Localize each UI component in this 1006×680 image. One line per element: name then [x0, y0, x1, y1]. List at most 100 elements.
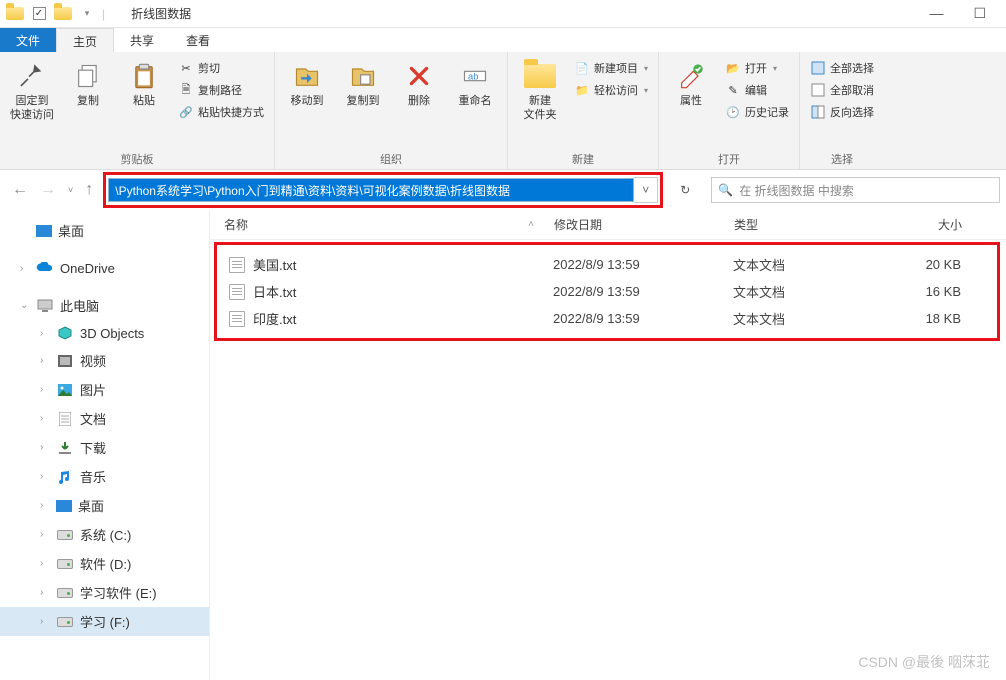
group-clipboard: 固定到 快速访问 复制 粘贴 ✂剪切 🗎复制路径 🔗粘贴快捷方式 剪贴板	[0, 52, 275, 169]
cut-button[interactable]: ✂剪切	[174, 58, 268, 78]
text-file-icon	[229, 257, 245, 273]
sidebar-item-drive-f[interactable]: ›学习 (F:)	[0, 607, 209, 636]
edit-icon: ✎	[725, 82, 741, 98]
sidebar-item-drive-c[interactable]: ›系统 (C:)	[0, 520, 209, 549]
back-button[interactable]: ←	[12, 181, 28, 199]
sidebar-item-pictures[interactable]: ›图片	[0, 375, 209, 404]
maximize-button[interactable]: ☐	[973, 5, 986, 22]
pin-to-quick-access-button[interactable]: 固定到 快速访问	[6, 56, 58, 126]
window-controls: — ☐	[929, 5, 1006, 22]
sidebar-item-videos[interactable]: ›视频	[0, 346, 209, 375]
paste-shortcut-button[interactable]: 🔗粘贴快捷方式	[174, 102, 268, 122]
sidebar-item-drive-e[interactable]: ›学习软件 (E:)	[0, 578, 209, 607]
window-title: 折线图数据	[131, 5, 191, 22]
tab-file[interactable]: 文件	[0, 28, 56, 52]
invert-selection-button[interactable]: 反向选择	[806, 102, 878, 122]
column-type[interactable]: 类型	[734, 216, 884, 233]
column-name[interactable]: 名称˄	[224, 216, 554, 233]
ribbon-tabs: 文件 主页 共享 查看	[0, 28, 1006, 52]
file-row[interactable]: 日本.txt 2022/8/9 13:59 文本文档 16 KB	[223, 278, 991, 305]
delete-button[interactable]: 删除	[393, 56, 445, 112]
sidebar-item-onedrive[interactable]: ›OneDrive	[0, 255, 209, 281]
downloads-icon	[56, 440, 74, 456]
copy-to-button[interactable]: 复制到	[337, 56, 389, 112]
rename-button[interactable]: ab 重命名	[449, 56, 501, 112]
select-none-button[interactable]: 全部取消	[806, 80, 878, 100]
file-row[interactable]: 美国.txt 2022/8/9 13:59 文本文档 20 KB	[223, 251, 991, 278]
sidebar-item-desktop[interactable]: 桌面	[0, 216, 209, 245]
file-list-highlight: 美国.txt 2022/8/9 13:59 文本文档 20 KB 日本.txt …	[214, 242, 1000, 341]
address-dropdown[interactable]: ˅	[634, 177, 658, 203]
pin-icon	[16, 60, 48, 92]
refresh-button[interactable]: ↻	[671, 177, 699, 203]
pictures-icon	[56, 382, 74, 398]
sidebar-item-documents[interactable]: ›文档	[0, 404, 209, 433]
watermark: CSDN @最後 咽莯苝	[858, 652, 990, 672]
move-to-button[interactable]: 移动到	[281, 56, 333, 112]
recent-dropdown-icon[interactable]: ˅	[68, 185, 73, 195]
tab-view[interactable]: 查看	[170, 28, 226, 52]
documents-icon	[56, 411, 74, 427]
history-button[interactable]: 🕑历史记录	[721, 102, 793, 122]
select-all-icon	[810, 60, 826, 76]
easy-access-icon: 📁	[574, 82, 590, 98]
move-icon	[291, 60, 323, 92]
search-placeholder: 在 折线图数据 中搜索	[739, 182, 854, 199]
address-bar[interactable]: \Python系统学习\Python入门到精通\资料\资料\可视化案例数据\折线…	[108, 178, 634, 202]
drive-icon	[56, 527, 74, 543]
group-select: 全部选择 全部取消 反向选择 选择	[800, 52, 884, 169]
properties-icon	[675, 60, 707, 92]
folder-icon	[54, 5, 72, 23]
search-input[interactable]: 🔍 在 折线图数据 中搜索	[711, 177, 1000, 203]
delete-icon	[403, 60, 435, 92]
forward-button[interactable]: →	[40, 181, 56, 199]
minimize-button[interactable]: —	[929, 5, 943, 22]
tab-share[interactable]: 共享	[114, 28, 170, 52]
properties-button[interactable]: 属性	[665, 56, 717, 112]
pc-icon	[36, 298, 54, 314]
desktop-icon	[56, 500, 72, 512]
easy-access-button[interactable]: 📁轻松访问▾	[570, 80, 652, 100]
select-none-icon	[810, 82, 826, 98]
sidebar-item-desktop2[interactable]: ›桌面	[0, 491, 209, 520]
tab-home[interactable]: 主页	[56, 28, 114, 52]
onedrive-icon	[36, 260, 54, 276]
sidebar-item-drive-d[interactable]: ›软件 (D:)	[0, 549, 209, 578]
open-icon: 📂	[725, 60, 741, 76]
sidebar-item-downloads[interactable]: ›下载	[0, 433, 209, 462]
copy-button[interactable]: 复制	[62, 56, 114, 112]
qat-checkbox[interactable]	[30, 5, 48, 23]
open-button[interactable]: 📂打开▾	[721, 58, 793, 78]
invert-icon	[810, 104, 826, 120]
folder-icon	[6, 5, 24, 23]
qat-dropdown-icon[interactable]: ▾	[78, 5, 96, 23]
select-all-button[interactable]: 全部选择	[806, 58, 878, 78]
column-date[interactable]: 修改日期	[554, 216, 734, 233]
copy-icon	[72, 60, 104, 92]
group-open: 属性 📂打开▾ ✎编辑 🕑历史记录 打开	[659, 52, 800, 169]
paste-button[interactable]: 粘贴	[118, 56, 170, 112]
drive-icon	[56, 585, 74, 601]
cube-icon	[56, 325, 74, 341]
new-folder-button[interactable]: 新建 文件夹	[514, 56, 566, 126]
rename-icon: ab	[459, 60, 491, 92]
main-area: 桌面 ›OneDrive ⌄此电脑 ›3D Objects ›视频 ›图片 ›文…	[0, 210, 1006, 680]
sidebar-item-music[interactable]: ›音乐	[0, 462, 209, 491]
copy-to-icon	[347, 60, 379, 92]
column-size[interactable]: 大小	[884, 216, 992, 233]
path-icon: 🗎	[178, 82, 194, 98]
nav-row: ← → ˅ ↑ \Python系统学习\Python入门到精通\资料\资料\可视…	[0, 170, 1006, 210]
title-bar: ▾ | 折线图数据 — ☐	[0, 0, 1006, 28]
copy-path-button[interactable]: 🗎复制路径	[174, 80, 268, 100]
sidebar-item-this-pc[interactable]: ⌄此电脑	[0, 291, 209, 320]
ribbon: 固定到 快速访问 复制 粘贴 ✂剪切 🗎复制路径 🔗粘贴快捷方式 剪贴板 移动到	[0, 52, 1006, 170]
video-icon	[56, 353, 74, 369]
drive-icon	[56, 556, 74, 572]
file-row[interactable]: 印度.txt 2022/8/9 13:59 文本文档 18 KB	[223, 305, 991, 332]
column-headers: 名称˄ 修改日期 类型 大小	[210, 210, 1006, 240]
edit-button[interactable]: ✎编辑	[721, 80, 793, 100]
sidebar-item-3d-objects[interactable]: ›3D Objects	[0, 320, 209, 346]
svg-text:ab: ab	[468, 72, 478, 82]
new-item-button[interactable]: 📄新建项目▾	[570, 58, 652, 78]
up-button[interactable]: ↑	[85, 181, 93, 199]
